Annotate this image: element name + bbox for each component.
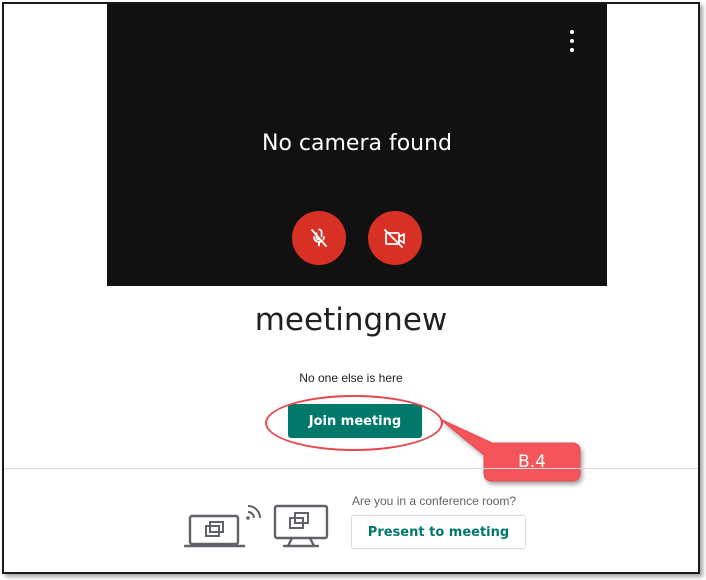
mic-toggle-button[interactable] (292, 211, 346, 265)
meet-join-window: No camera found meetingnew No one else i… (2, 2, 700, 574)
section-divider (4, 468, 698, 469)
cast-to-room-icon (184, 504, 329, 548)
presence-status: No one else is here (299, 371, 403, 385)
present-to-meeting-button[interactable]: Present to meeting (351, 515, 526, 549)
more-options-icon[interactable] (563, 30, 581, 52)
mic-off-icon (311, 228, 327, 247)
annotation-label: B.4 (518, 452, 546, 472)
no-camera-message: No camera found (261, 131, 453, 156)
videocam-off-icon (384, 229, 405, 248)
conference-room-question: Are you in a conference room? (352, 494, 517, 508)
join-meeting-button[interactable]: Join meeting (288, 404, 422, 438)
camera-toggle-button[interactable] (368, 211, 422, 265)
meeting-title: meetingnew (254, 302, 448, 338)
video-preview: No camera found (107, 4, 607, 286)
